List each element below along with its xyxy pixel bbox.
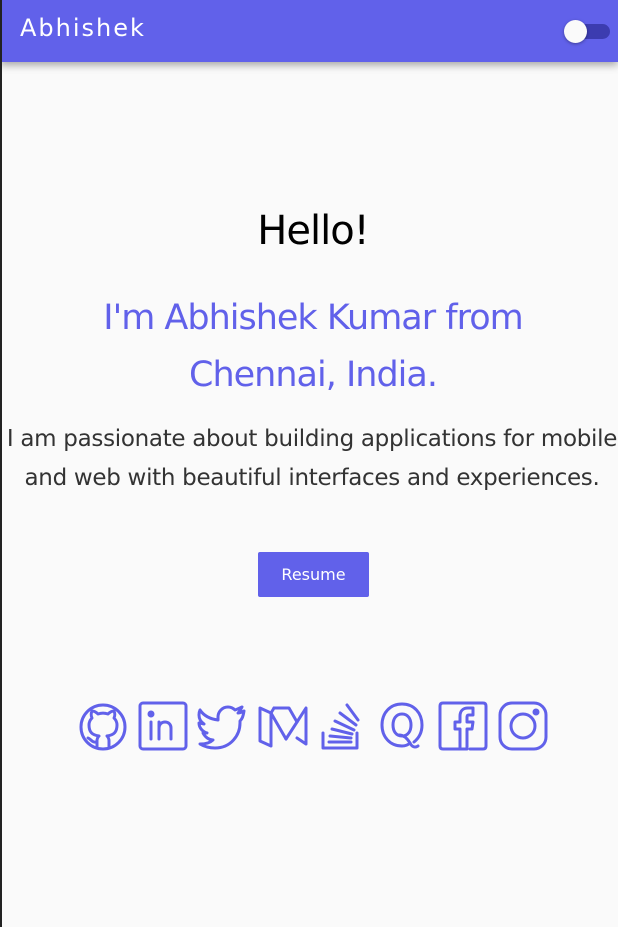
social-links: [77, 700, 552, 752]
bio-text: I am passionate about building applicati…: [6, 426, 618, 491]
resume-button[interactable]: Resume: [258, 552, 369, 597]
toggle-knob: [564, 20, 587, 43]
greeting-heading: Hello!: [257, 208, 369, 254]
window-left-border: [0, 0, 2, 927]
intro-headline: I'm Abhishek Kumar from Chennai, India.: [103, 298, 523, 395]
twitter-icon[interactable]: [197, 700, 249, 752]
stackoverflow-icon[interactable]: [317, 700, 369, 752]
instagram-icon[interactable]: [497, 700, 549, 752]
medium-icon[interactable]: [257, 700, 309, 752]
quora-icon[interactable]: [377, 700, 429, 752]
app-bar: Abhishek: [0, 0, 618, 62]
app-title: Abhishek: [20, 14, 146, 42]
facebook-icon[interactable]: [437, 700, 489, 752]
github-icon[interactable]: [77, 700, 129, 752]
linkedin-icon[interactable]: [137, 700, 189, 752]
theme-toggle[interactable]: [564, 20, 610, 43]
